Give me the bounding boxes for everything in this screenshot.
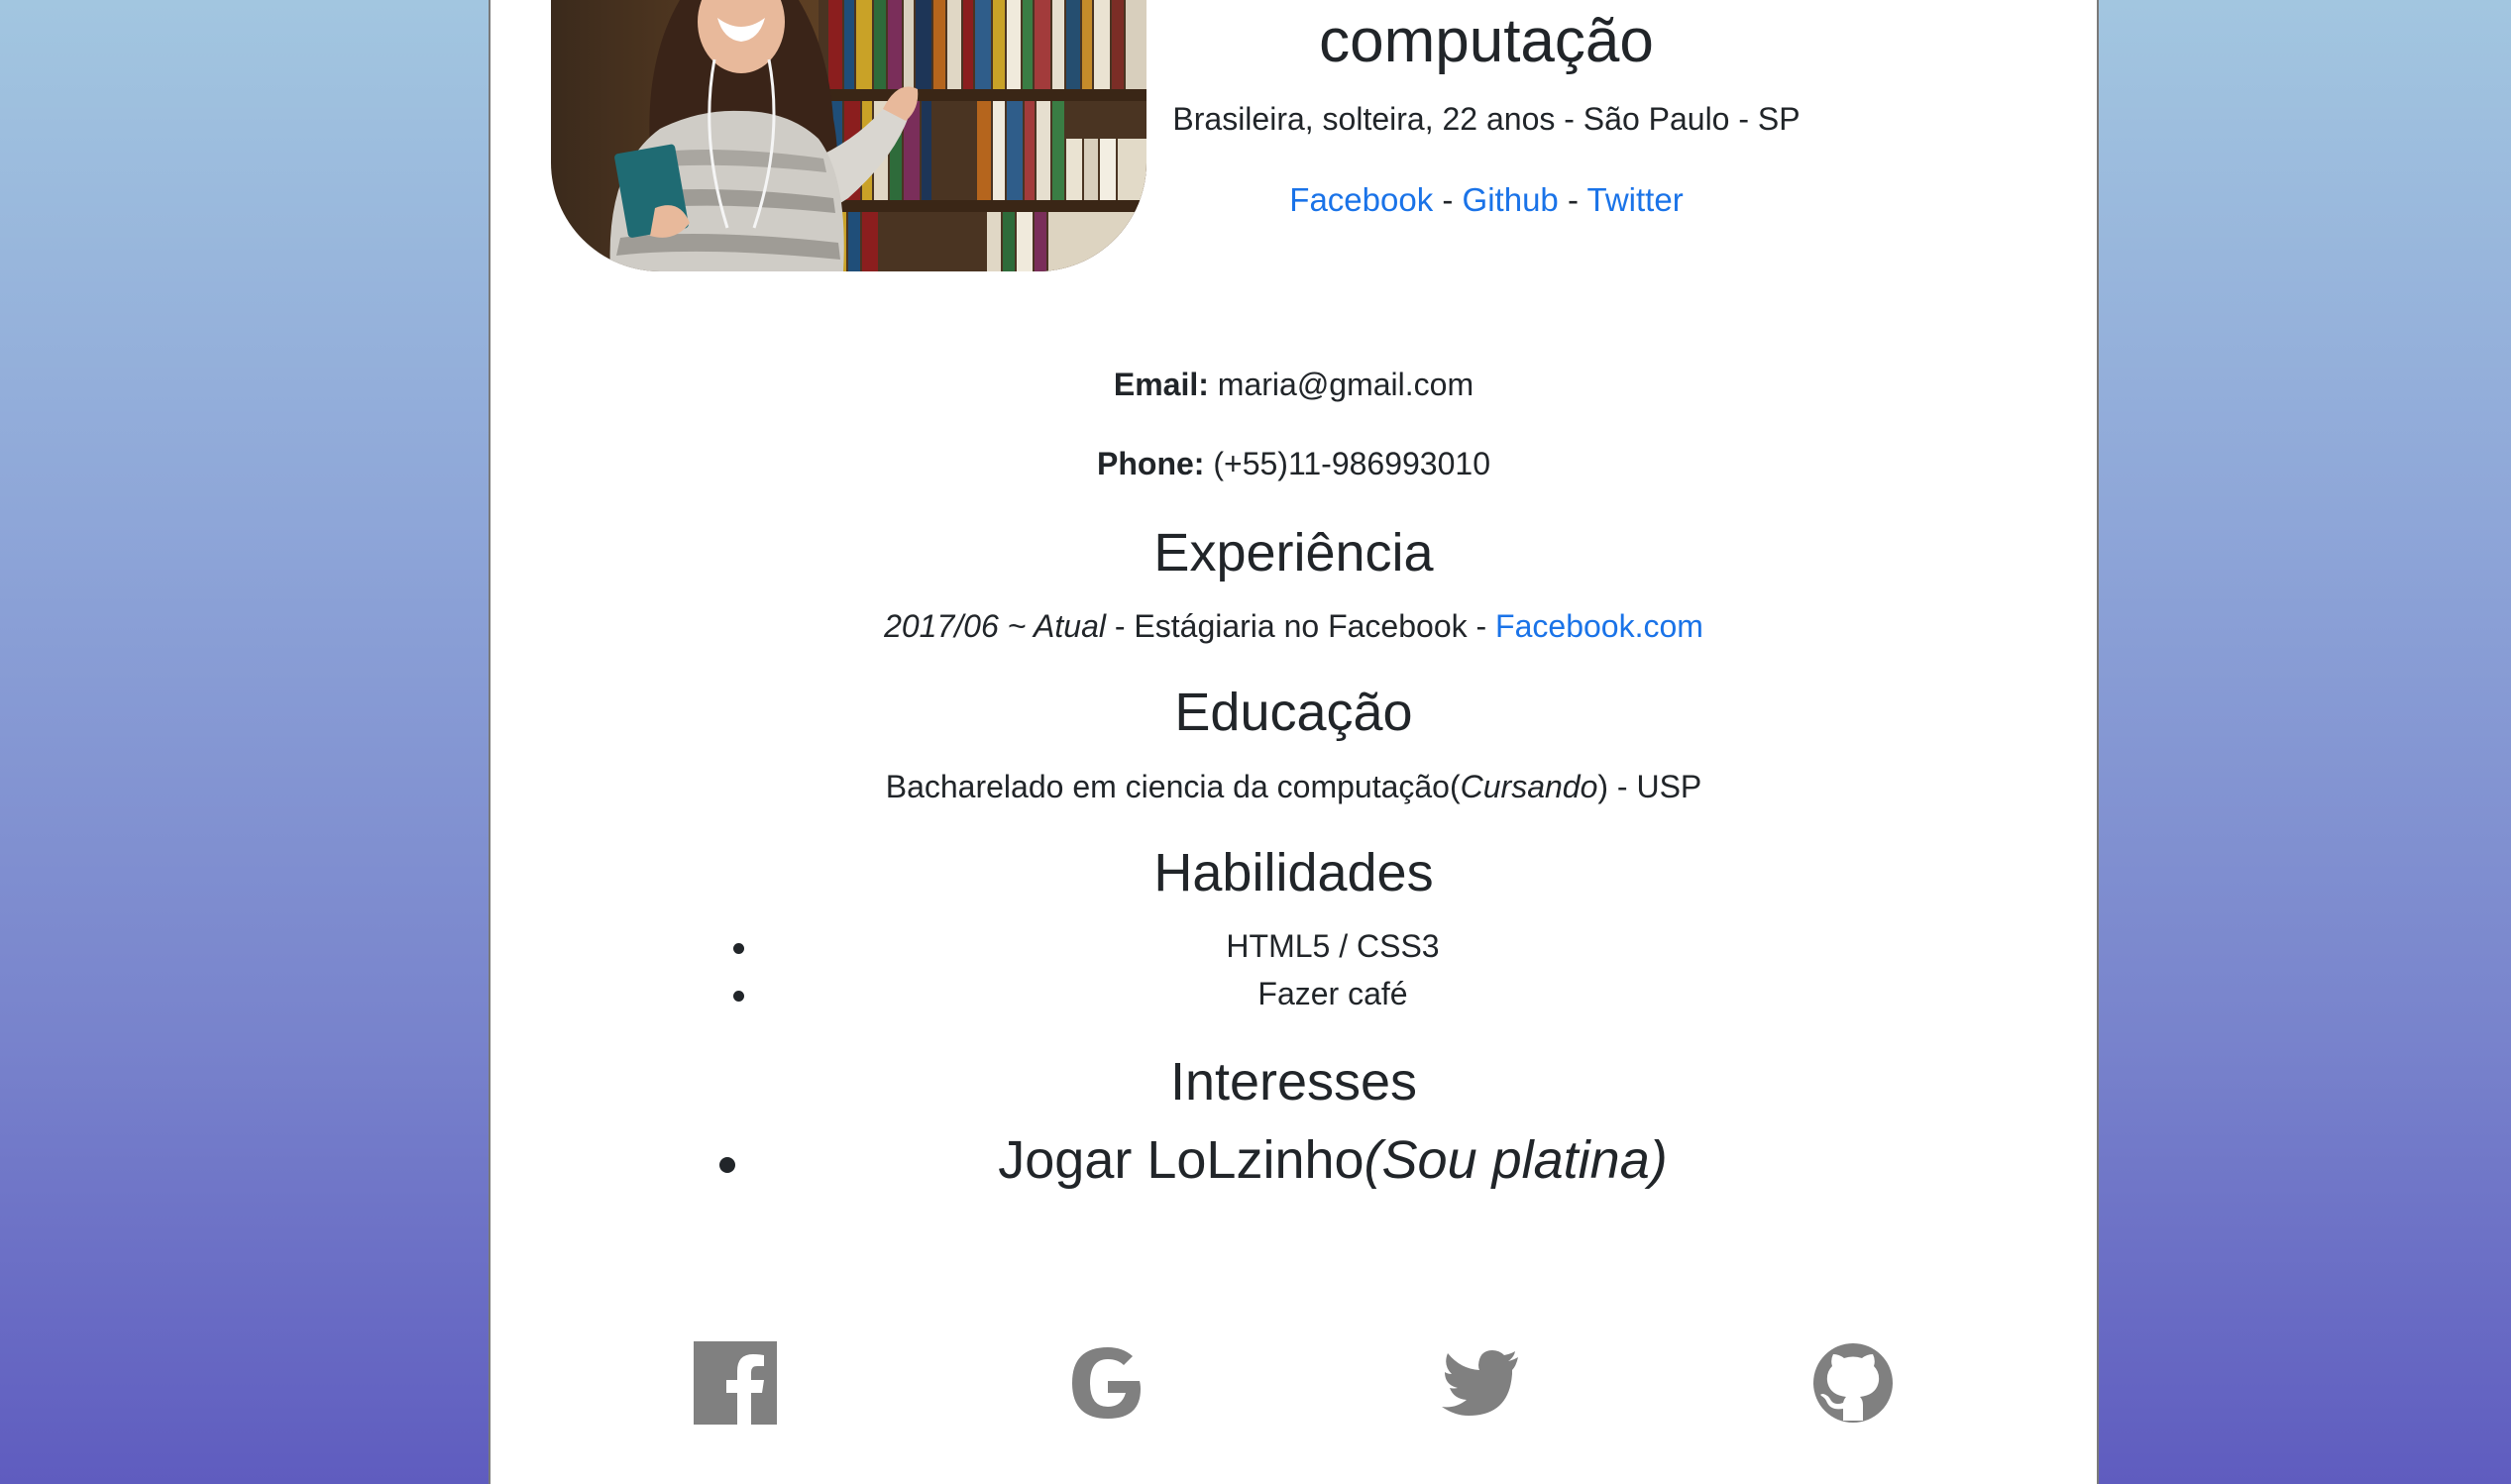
interest-main: Jogar LoLzinho	[998, 1130, 1365, 1190]
github-icon[interactable]	[1811, 1341, 1895, 1425]
phone-value: (+55)11-986993010	[1213, 446, 1490, 481]
resume-card: computação Brasileira, solteira, 22 anos…	[489, 0, 2099, 1484]
education-status: Cursando	[1460, 769, 1598, 804]
list-item: Jogar LoLzinho(Sou platina)	[491, 1129, 2097, 1199]
experience-period: 2017/06 ~ Atual	[884, 608, 1106, 644]
list-item: Fazer café	[491, 976, 2097, 1015]
list-item: HTML5 / CSS3	[491, 928, 2097, 968]
interest-note: (Sou platina)	[1364, 1130, 1668, 1190]
twitter-link[interactable]: Twitter	[1587, 181, 1684, 218]
twitter-icon[interactable]	[1439, 1341, 1522, 1425]
profile-photo	[551, 0, 1146, 271]
experience-heading: Experiência	[1153, 523, 1434, 583]
page-title: computação	[1319, 7, 1654, 75]
education-entry: Bacharelado em ciencia da computação(Cur…	[491, 769, 2097, 805]
experience-role: Estágiaria no Facebook	[1134, 608, 1468, 644]
link-separator: -	[1433, 181, 1463, 218]
facebook-icon[interactable]	[694, 1341, 777, 1425]
facebook-com-link[interactable]: Facebook.com	[1495, 608, 1703, 644]
separator: -	[1467, 608, 1496, 644]
google-icon[interactable]	[1066, 1341, 1149, 1425]
interests-heading: Interesses	[1169, 1052, 1418, 1112]
skill-text: HTML5 / CSS3	[1226, 928, 1440, 964]
education-heading: Educação	[1174, 683, 1413, 742]
facebook-link[interactable]: Facebook	[1289, 181, 1433, 218]
experience-entry: 2017/06 ~ Atual - Estágiaria no Facebook…	[491, 608, 2097, 645]
email-value: maria@gmail.com	[1217, 367, 1474, 402]
skills-heading: Habilidades	[1153, 843, 1434, 902]
separator: -	[1105, 608, 1135, 644]
email-label: Email:	[1113, 367, 1209, 402]
interest-text: Jogar LoLzinho(Sou platina)	[689, 1129, 1977, 1191]
phone-line: Phone: (+55)11-986993010	[491, 446, 2097, 482]
github-link[interactable]: Github	[1463, 181, 1559, 218]
education-course: Bacharelado em ciencia da computação(	[885, 769, 1461, 804]
skill-text: Fazer café	[1257, 976, 1408, 1011]
education-rest: ) - USP	[1597, 769, 1702, 804]
email-line: Email: maria@gmail.com	[491, 367, 2097, 403]
personal-info: Brasileira, solteira, 22 anos - São Paul…	[1172, 101, 1801, 137]
social-links: Facebook - Github - Twitter	[1115, 181, 1858, 219]
phone-label: Phone:	[1097, 446, 1205, 481]
link-separator: -	[1558, 181, 1587, 218]
